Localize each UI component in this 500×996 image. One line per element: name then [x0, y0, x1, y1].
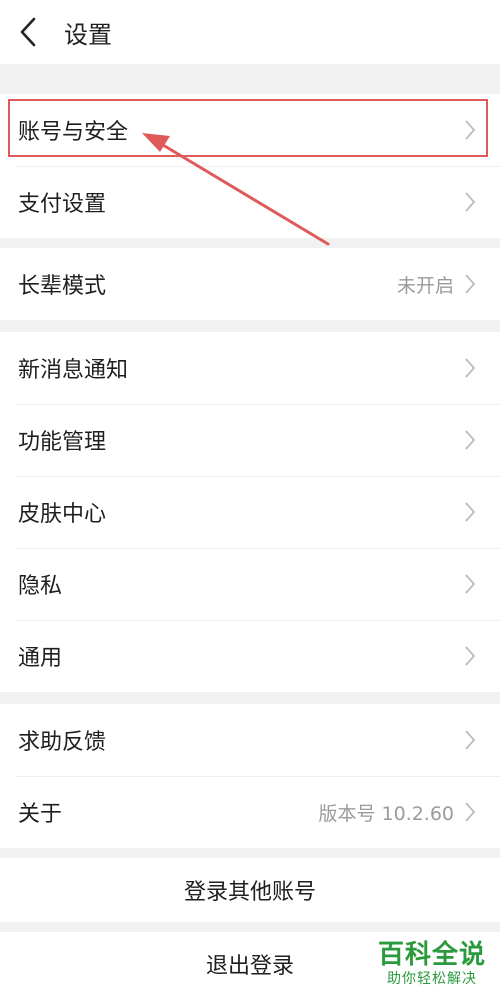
chevron-left-icon: [20, 17, 36, 47]
header-bar: 设置: [0, 0, 500, 64]
row-help-feedback[interactable]: 求助反馈: [0, 704, 500, 776]
back-button[interactable]: [0, 0, 56, 64]
switch-account-button[interactable]: 登录其他账号: [0, 858, 500, 922]
row-privacy[interactable]: 隐私: [0, 548, 500, 620]
row-label: 长辈模式: [18, 274, 107, 299]
row-label: 隐私: [18, 574, 63, 599]
row-label: 求助反馈: [18, 730, 107, 755]
watermark-subtitle: 助你轻松解决: [387, 971, 477, 987]
row-label: 新消息通知: [18, 358, 129, 383]
row-elder-mode[interactable]: 长辈模式 未开启: [0, 248, 500, 320]
row-value: 未开启: [396, 274, 454, 297]
watermark-title: 百科全说: [377, 940, 486, 970]
chevron-right-icon: [464, 273, 478, 295]
row-notifications[interactable]: 新消息通知: [0, 332, 500, 404]
row-label: 关于: [18, 802, 63, 827]
row-label: 账号与安全: [18, 120, 129, 145]
settings-group-help: 求助反馈 关于 版本号 10.2.60: [0, 704, 500, 848]
action-group-switch-account: 登录其他账号: [0, 858, 500, 922]
settings-group-elder-mode: 长辈模式 未开启: [0, 248, 500, 320]
chevron-right-icon: [464, 645, 478, 667]
settings-group-general: 新消息通知 功能管理 皮肤中心 隐私 通用: [0, 332, 500, 692]
row-skin-center[interactable]: 皮肤中心: [0, 476, 500, 548]
chevron-right-icon: [464, 801, 478, 823]
row-payment-settings[interactable]: 支付设置: [0, 166, 500, 238]
chevron-right-icon: [464, 429, 478, 451]
row-label: 功能管理: [18, 430, 107, 455]
watermark-logo: 百科全说 助你轻松解决: [376, 936, 488, 992]
chevron-right-icon: [464, 357, 478, 379]
row-feature-management[interactable]: 功能管理: [0, 404, 500, 476]
row-label: 支付设置: [18, 192, 107, 217]
chevron-right-icon: [464, 191, 478, 213]
row-account-security[interactable]: 账号与安全: [0, 94, 500, 166]
row-general[interactable]: 通用: [0, 620, 500, 692]
version-value: 版本号 10.2.60: [318, 802, 454, 825]
row-label: 皮肤中心: [18, 502, 107, 527]
chevron-right-icon: [464, 573, 478, 595]
chevron-right-icon: [464, 501, 478, 523]
chevron-right-icon: [464, 729, 478, 751]
chevron-right-icon: [464, 119, 478, 141]
row-label: 通用: [18, 646, 63, 671]
page-title: 设置: [64, 20, 112, 49]
row-about[interactable]: 关于 版本号 10.2.60: [0, 776, 500, 848]
settings-group-account: 账号与安全 支付设置: [0, 94, 500, 238]
